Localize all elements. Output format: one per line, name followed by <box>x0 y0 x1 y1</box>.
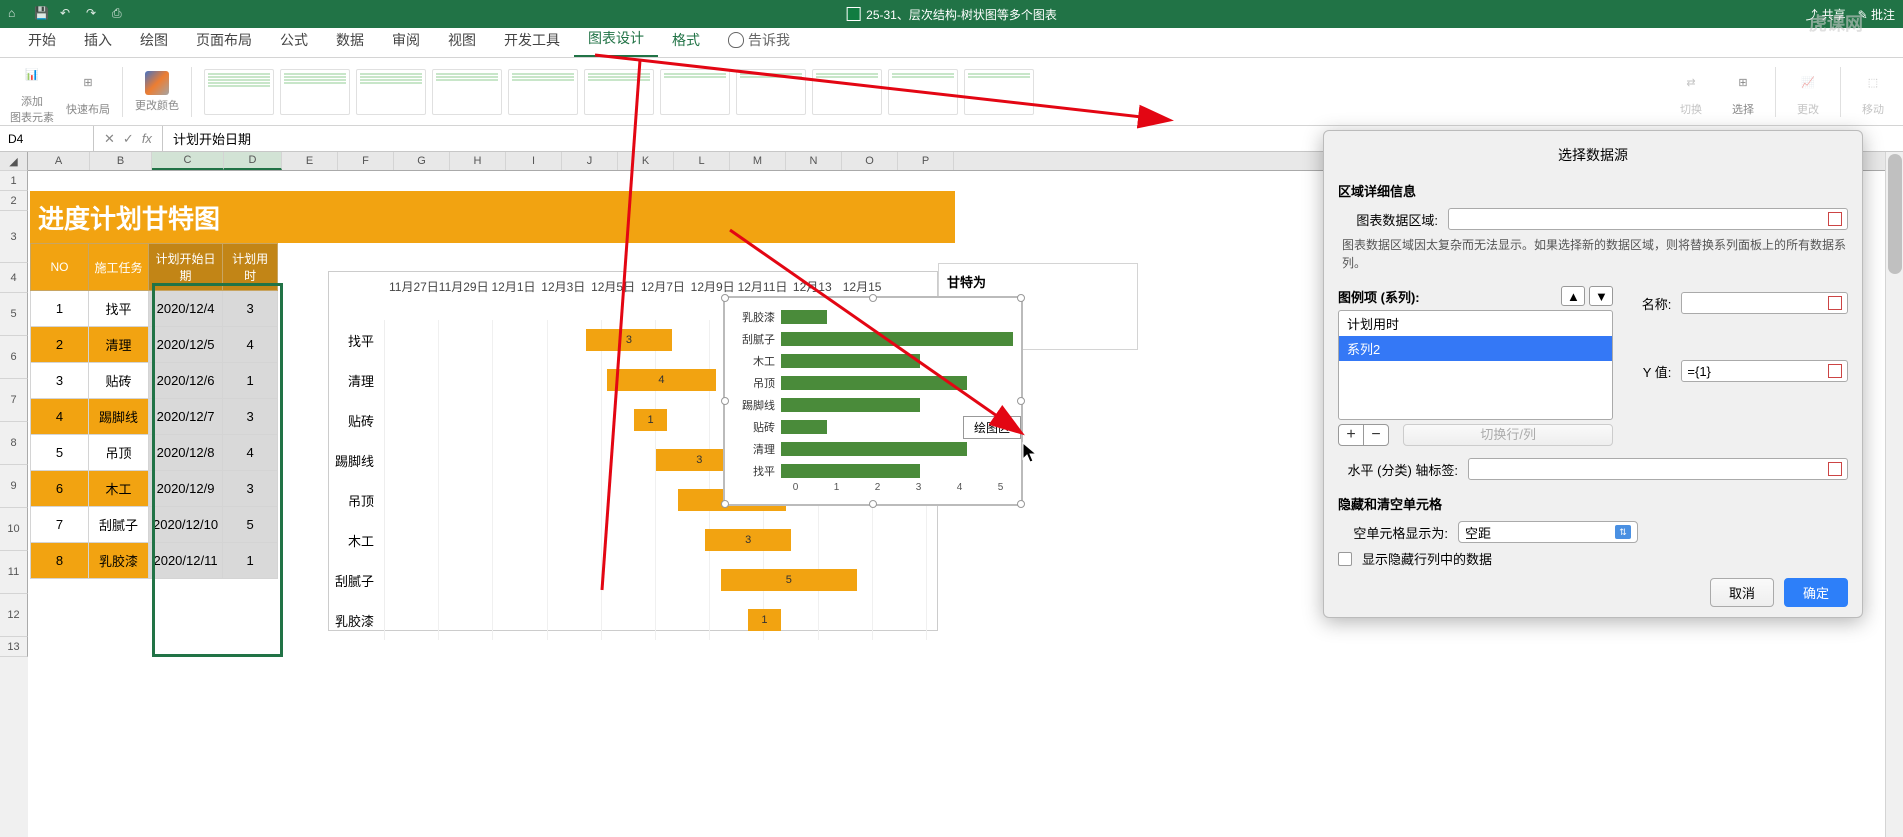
add-series-button[interactable]: + <box>1338 424 1364 446</box>
sheet-title: 进度计划甘特图 <box>30 191 955 243</box>
resize-handle[interactable] <box>1017 500 1025 508</box>
resize-handle[interactable] <box>721 397 729 405</box>
redo-icon[interactable]: ↷ <box>86 6 102 22</box>
region-section-header: 区域详细信息 <box>1338 181 1848 200</box>
tab-insert[interactable]: 插入 <box>70 24 126 57</box>
ribbon: 📊 添加 图表元素 ⊞ 快速布局 更改颜色 ⇄ 切换 ⊞ 选择 📈 更改 <box>0 58 1903 126</box>
doc-title: 25-31、层次结构-树状图等多个图表 <box>846 6 1057 23</box>
empty-cells-select[interactable]: 空距 ⇅ <box>1458 521 1638 543</box>
haxis-label: 水平 (分类) 轴标签: <box>1338 460 1458 479</box>
range-picker-icon[interactable] <box>1828 364 1842 378</box>
chart-styles-gallery[interactable] <box>204 69 1034 115</box>
move-icon: ⬚ <box>1857 67 1889 99</box>
formula-buttons: ✕ ✓ fx <box>94 126 163 151</box>
home-icon[interactable]: ⌂ <box>8 6 24 22</box>
mini-bar-chart[interactable]: 乳胶漆刮腻子木工吊顶踢脚线贴砖清理找平 012345 <box>723 296 1023 506</box>
select-data-dialog[interactable]: 选择数据源 区域详细信息 图表数据区域: 图表数据区域因太复杂而无法显示。如果选… <box>1323 130 1863 618</box>
plot-area-label: 绘图区 <box>963 416 1021 439</box>
remove-series-button[interactable]: − <box>1363 424 1389 446</box>
quick-layout-icon: ⊞ <box>72 67 104 99</box>
dialog-title: 选择数据源 <box>1338 141 1848 175</box>
switch-rc[interactable]: ⇄ 切换 <box>1671 67 1711 117</box>
filename: 25-31、层次结构-树状图等多个图表 <box>866 6 1057 23</box>
range-picker-icon[interactable] <box>1828 462 1842 476</box>
tab-data[interactable]: 数据 <box>322 24 378 57</box>
legend-section-header: 图例项 (系列): <box>1338 287 1420 306</box>
excel-doc-icon <box>846 7 860 21</box>
select-data-icon: ⊞ <box>1727 67 1759 99</box>
lightbulb-icon <box>728 32 744 48</box>
change-color[interactable]: 更改颜色 <box>135 71 179 113</box>
cancel-icon[interactable]: ✕ <box>104 131 115 147</box>
dropdown-icon: ⇅ <box>1615 525 1631 539</box>
show-hidden-label: 显示隐藏行列中的数据 <box>1362 549 1492 568</box>
print-icon[interactable]: ⎙ <box>112 6 128 22</box>
scrollbar-thumb[interactable] <box>1888 154 1902 274</box>
haxis-input[interactable] <box>1468 458 1848 480</box>
change-type-icon: 📈 <box>1792 67 1824 99</box>
move-chart[interactable]: ⬚ 移动 <box>1853 67 1893 117</box>
tab-developer[interactable]: 开发工具 <box>490 24 574 57</box>
show-hidden-checkbox[interactable] <box>1338 552 1352 566</box>
series-listbox[interactable]: 计划用时 系列2 <box>1338 310 1613 420</box>
data-table: NO 施工任务 计划开始日期 计划用时 1找平2020/12/432清理2020… <box>30 243 278 579</box>
resize-handle[interactable] <box>1017 294 1025 302</box>
watermark: 虎课网 <box>1809 10 1863 36</box>
tab-formula[interactable]: 公式 <box>266 24 322 57</box>
data-range-input[interactable] <box>1448 208 1848 230</box>
add-chart-element[interactable]: 📊 添加 图表元素 <box>10 59 54 125</box>
fx-icon[interactable]: fx <box>142 131 152 146</box>
change-type[interactable]: 📈 更改 <box>1788 67 1828 117</box>
yvalue-field-label: Y 值: <box>1627 362 1671 381</box>
resize-handle[interactable] <box>869 500 877 508</box>
dialog-warning: 图表数据区域因太复杂而无法显示。如果选择新的数据区域，则将替换系列面板上的所有数… <box>1338 236 1848 272</box>
row-headers: ◢ 1 2 3 4 5 6 7 8 9 10 11 12 13 <box>0 152 28 837</box>
tab-layout[interactable]: 页面布局 <box>182 24 266 57</box>
empty-cells-label: 空单元格显示为: <box>1338 523 1448 542</box>
quick-layout[interactable]: ⊞ 快速布局 <box>66 67 110 117</box>
select-data[interactable]: ⊞ 选择 <box>1723 67 1763 117</box>
tab-draw[interactable]: 绘图 <box>126 24 182 57</box>
tab-chart-design[interactable]: 图表设计 <box>574 22 658 57</box>
series-name-input[interactable] <box>1681 292 1848 314</box>
qat: ⌂ 💾 ↶ ↷ ⎙ <box>8 6 128 22</box>
select-all-corner[interactable]: ◢ <box>0 152 28 171</box>
move-down-button[interactable]: ▼ <box>1589 286 1613 306</box>
range-picker-icon[interactable] <box>1828 212 1842 226</box>
tab-format[interactable]: 格式 <box>658 24 714 57</box>
switch-row-col-button[interactable]: 切换行/列 <box>1403 424 1613 446</box>
hidden-section-header: 隐藏和清空单元格 <box>1338 494 1848 513</box>
resize-handle[interactable] <box>869 294 877 302</box>
tab-home[interactable]: 开始 <box>14 24 70 57</box>
ribbon-tabs: 开始 插入 绘图 页面布局 公式 数据 审阅 视图 开发工具 图表设计 格式 告… <box>0 28 1903 58</box>
ok-button[interactable]: 确定 <box>1784 578 1848 607</box>
name-field-label: 名称: <box>1627 294 1671 313</box>
tab-review[interactable]: 审阅 <box>378 24 434 57</box>
tab-view[interactable]: 视图 <box>434 24 490 57</box>
enter-icon[interactable]: ✓ <box>123 131 134 147</box>
undo-icon[interactable]: ↶ <box>60 6 76 22</box>
v-scrollbar[interactable] <box>1885 152 1903 837</box>
yvalue-input[interactable]: ={1} <box>1681 360 1848 382</box>
resize-handle[interactable] <box>1017 397 1025 405</box>
comments-button[interactable]: ✎ 批注 <box>1858 6 1895 23</box>
cancel-button[interactable]: 取消 <box>1710 578 1774 607</box>
save-icon[interactable]: 💾 <box>34 6 50 22</box>
move-up-button[interactable]: ▲ <box>1561 286 1585 306</box>
tell-me[interactable]: 告诉我 <box>714 24 804 57</box>
switch-icon: ⇄ <box>1675 67 1707 99</box>
range-picker-icon[interactable] <box>1828 296 1842 310</box>
resize-handle[interactable] <box>721 500 729 508</box>
palette-icon <box>145 71 169 95</box>
name-box[interactable]: D4 <box>0 126 94 151</box>
resize-handle[interactable] <box>721 294 729 302</box>
data-range-label: 图表数据区域: <box>1338 210 1438 229</box>
chart-element-icon: 📊 <box>16 59 48 91</box>
